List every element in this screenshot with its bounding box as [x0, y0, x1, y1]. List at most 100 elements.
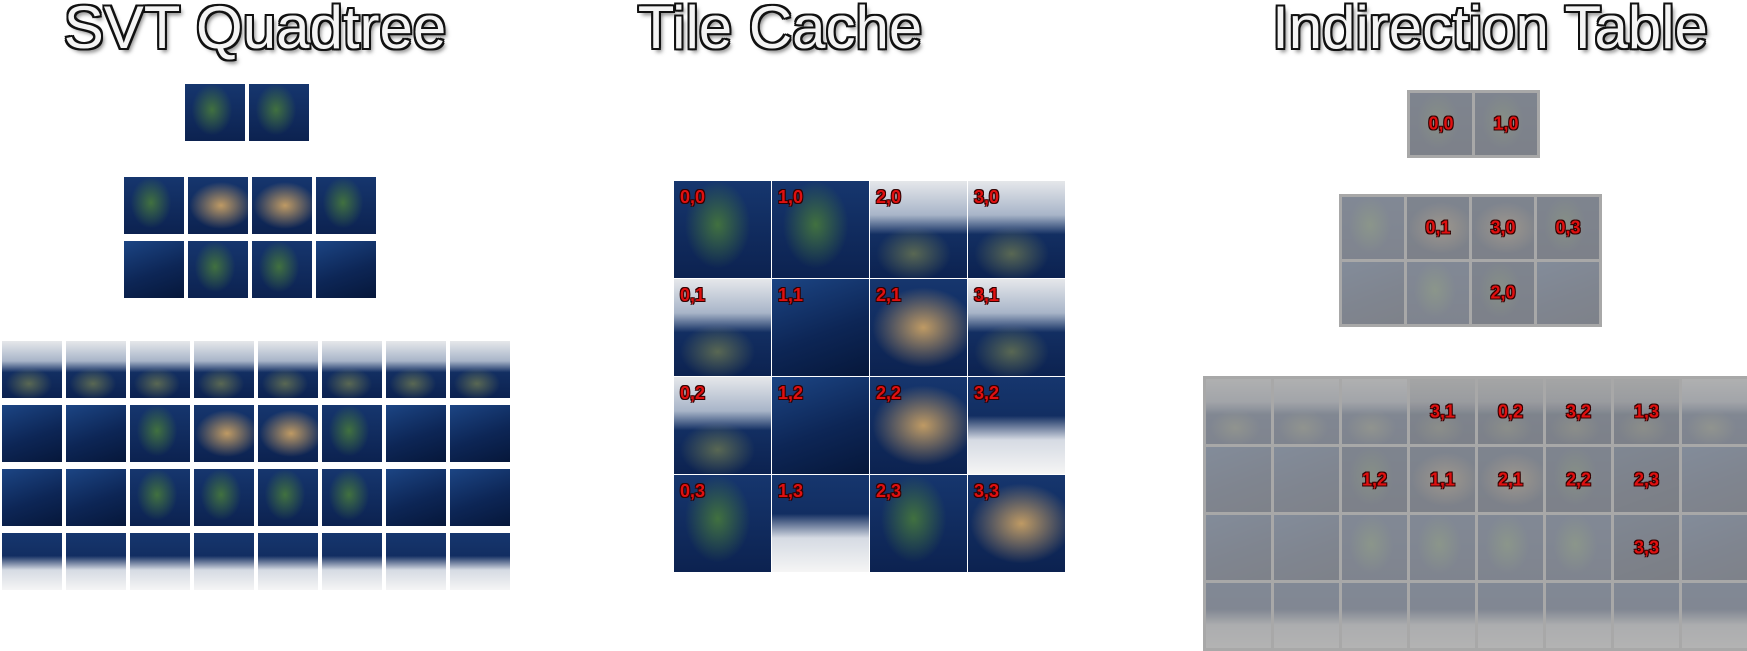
cache-tile: 0,1	[674, 279, 771, 376]
quadtree-tile	[130, 469, 190, 526]
indirection-cell-label: 3,0	[1490, 217, 1516, 238]
quadtree-tile	[316, 177, 376, 234]
quadtree-tile	[322, 469, 382, 526]
indirection-cell	[1274, 379, 1339, 444]
cache-tile: 2,2	[870, 377, 967, 474]
indirection-cell	[1410, 515, 1475, 580]
cache-tile-label: 3,0	[974, 187, 1000, 207]
indirection-cell	[1478, 583, 1543, 648]
quadtree-tile	[124, 177, 184, 234]
indirection-cell	[1682, 515, 1747, 580]
quadtree-tile	[66, 533, 126, 590]
indirection-cell	[1206, 447, 1271, 512]
indirection-cell-label: 0,1	[1425, 217, 1451, 238]
indirection-cell: 3,0	[1472, 197, 1534, 259]
cache-tile-label: 2,1	[876, 285, 902, 305]
quadtree-tile	[386, 469, 446, 526]
quadtree-tile	[2, 469, 62, 526]
quadtree-tile	[450, 341, 510, 398]
indirection-level-2: 3,1 0,2 3,2 1,3 1,2 1,1 2,1 2,2 2,3 3,3	[1203, 376, 1747, 651]
quadtree-tile	[258, 405, 318, 462]
quadtree-tile	[258, 533, 318, 590]
indirection-cell-label: 0,2	[1497, 401, 1524, 421]
indirection-cell: 1,1	[1410, 447, 1475, 512]
cache-tile-label: 3,3	[974, 481, 1000, 501]
indirection-cell-label: 2,3	[1633, 469, 1660, 489]
indirection-cell: 0,2	[1478, 379, 1543, 444]
quadtree-tile	[188, 177, 248, 234]
quadtree-tile	[450, 405, 510, 462]
cache-tile: 2,1	[870, 279, 967, 376]
cache-tile: 0,2	[674, 377, 771, 474]
indirection-cell	[1206, 515, 1271, 580]
indirection-cell	[1410, 583, 1475, 648]
indirection-cell: 3,2	[1546, 379, 1611, 444]
quadtree-tile	[258, 341, 318, 398]
indirection-cell: 0,3	[1537, 197, 1599, 259]
cache-tile: 1,3	[772, 475, 869, 572]
indirection-cell: 2,0	[1472, 262, 1534, 324]
cache-tile-label: 3,1	[974, 285, 1000, 305]
cache-tile: 1,2	[772, 377, 869, 474]
quadtree-tile	[124, 241, 184, 298]
quadtree-tile	[66, 469, 126, 526]
quadtree-tile	[2, 405, 62, 462]
quadtree-tile	[194, 469, 254, 526]
indirection-cell: 1,2	[1342, 447, 1407, 512]
cache-tile-label: 1,3	[778, 481, 804, 501]
indirection-cell-label: 0,3	[1555, 217, 1581, 238]
cache-tile: 0,0	[674, 181, 771, 278]
quadtree-tile	[130, 533, 190, 590]
cache-tile-label: 0,3	[680, 481, 706, 501]
indirection-cell-label: 1,2	[1361, 469, 1388, 489]
indirection-cell: 3,1	[1410, 379, 1475, 444]
cache-tile-label: 3,2	[974, 383, 1000, 403]
indirection-cell	[1206, 583, 1271, 648]
cache-tile: 0,3	[674, 475, 771, 572]
indirection-cell	[1682, 379, 1747, 444]
quadtree-tile	[252, 241, 312, 298]
indirection-cell	[1682, 583, 1747, 648]
cache-tile-label: 2,2	[876, 383, 902, 403]
cache-tile: 2,3	[870, 475, 967, 572]
indirection-cell	[1342, 583, 1407, 648]
cache-tile-label: 1,0	[778, 187, 804, 207]
indirection-cell-label: 0,0	[1428, 113, 1454, 134]
indirection-cell: 1,0	[1475, 93, 1537, 155]
cache-tile: 1,0	[772, 181, 869, 278]
quadtree-tile	[2, 341, 62, 398]
indirection-cell-label: 3,3	[1633, 537, 1660, 557]
cache-tile: 3,2	[968, 377, 1065, 474]
quadtree-tile	[194, 341, 254, 398]
quadtree-tile	[450, 533, 510, 590]
quadtree-tile	[188, 241, 248, 298]
quadtree-tile	[386, 533, 446, 590]
cache-tile: 2,0	[870, 181, 967, 278]
indirection-cell	[1682, 447, 1747, 512]
cache-tile-label: 2,0	[876, 187, 902, 207]
cache-tile-label: 1,1	[778, 285, 804, 305]
quadtree-tile	[130, 341, 190, 398]
indirection-cell	[1537, 262, 1599, 324]
cache-tile-label: 1,2	[778, 383, 804, 403]
indirection-cell: 2,3	[1614, 447, 1679, 512]
indirection-cell-label: 1,3	[1633, 401, 1660, 421]
quadtree-tile	[322, 341, 382, 398]
indirection-cell	[1342, 515, 1407, 580]
indirection-cell-label: 1,0	[1493, 113, 1519, 134]
indirection-cell: 2,2	[1546, 447, 1611, 512]
indirection-cell	[1546, 515, 1611, 580]
indirection-cell	[1342, 379, 1407, 444]
cache-tile-label: 0,1	[680, 285, 706, 305]
quadtree-tile	[316, 241, 376, 298]
quadtree-tile	[386, 341, 446, 398]
indirection-cell: 0,1	[1407, 197, 1469, 259]
indirection-cell	[1342, 262, 1404, 324]
quadtree-tile	[66, 405, 126, 462]
cache-tile: 3,3	[968, 475, 1065, 572]
tile-cache-title: Tile Cache	[637, 0, 923, 61]
cache-tile-label: 2,3	[876, 481, 902, 501]
cache-tile-label: 0,0	[680, 187, 706, 207]
quadtree-tile	[194, 405, 254, 462]
indirection-table-title: Indirection Table	[1272, 0, 1708, 61]
